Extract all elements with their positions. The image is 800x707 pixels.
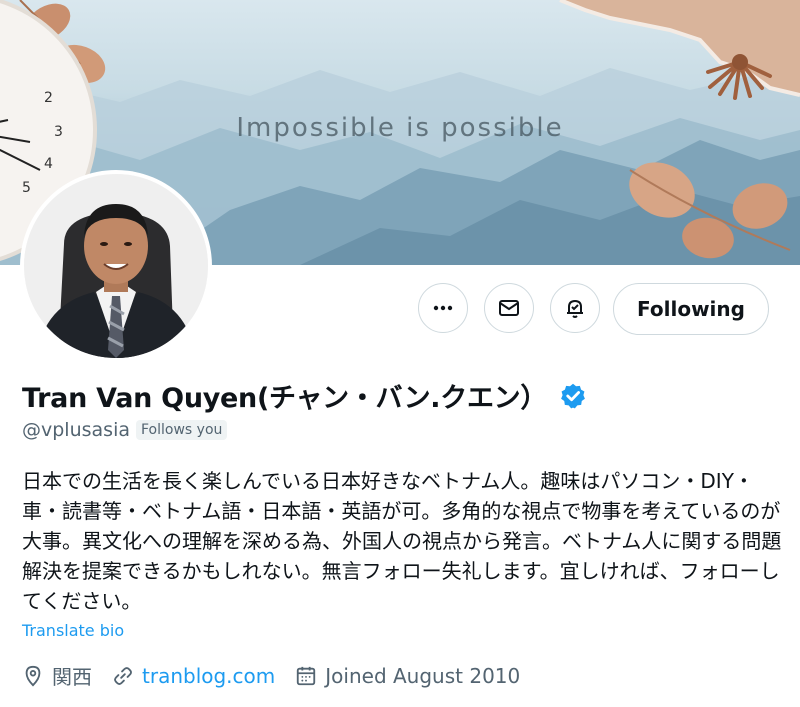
- profile-meta: 関西 tranblog.com Joined August 2010: [22, 661, 540, 690]
- translate-bio-link[interactable]: Translate bio: [22, 621, 124, 640]
- location-icon: [25, 665, 41, 686]
- profile-bio: 日本での生活を長く楽しんでいる日本好きなベトナム人。趣味はパソコン・DIY・車・…: [22, 469, 782, 613]
- clock-number-5: 5: [22, 180, 31, 196]
- more-options-button[interactable]: [418, 283, 468, 333]
- avatar-photo: [24, 174, 208, 358]
- calendar-icon: [297, 666, 316, 685]
- location-text: 関西: [52, 665, 92, 689]
- profile-name: Tran Van Quyen(チャン・バン.クエン）: [22, 383, 548, 414]
- message-button[interactable]: [484, 283, 534, 333]
- clock-number-4: 4: [44, 156, 53, 172]
- handle-row: @vplusasia Follows you: [22, 419, 228, 441]
- banner-motto: Impossible is possible: [236, 113, 564, 143]
- profile-handle: @vplusasia: [22, 419, 130, 441]
- joined-text: Joined August 2010: [325, 663, 521, 688]
- clock-number-2: 2: [44, 90, 53, 106]
- notification-bell-icon: [567, 299, 583, 318]
- notifications-button[interactable]: [550, 283, 600, 333]
- more-icon: [433, 305, 453, 311]
- verified-badge-icon[interactable]: [559, 382, 587, 410]
- link-icon: [114, 666, 132, 685]
- profile-name-row: Tran Van Quyen(チャン・バン.クエン）: [22, 376, 587, 415]
- mail-icon: [499, 300, 519, 316]
- following-button[interactable]: Following: [613, 283, 769, 335]
- joined-item: Joined August 2010: [295, 664, 520, 688]
- location-item: 関西: [22, 661, 92, 690]
- website-link[interactable]: tranblog.com: [142, 664, 275, 688]
- website-item[interactable]: tranblog.com: [112, 664, 275, 688]
- follows-you-badge: Follows you: [136, 420, 228, 440]
- profile-avatar[interactable]: [20, 170, 212, 362]
